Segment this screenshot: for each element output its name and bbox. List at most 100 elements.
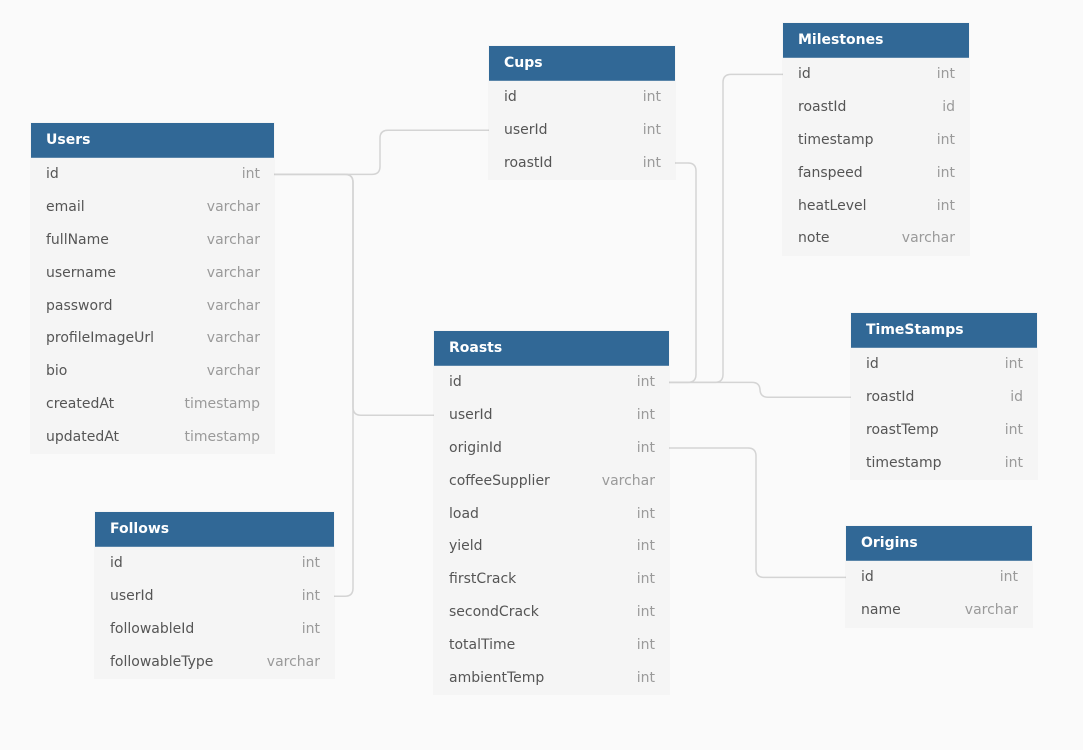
- table-header[interactable]: Origins: [846, 526, 1032, 561]
- field-name: userId: [449, 407, 493, 424]
- table-users[interactable]: Users id int email varchar fullName varchar use…: [31, 123, 274, 454]
- field-name: roastId: [504, 154, 553, 171]
- field-name: roastId: [798, 99, 847, 116]
- field-type: varchar: [206, 297, 260, 314]
- field-name: profileImageUrl: [46, 330, 154, 347]
- field-type: int: [636, 407, 655, 424]
- field-row[interactable]: id int: [846, 561, 1032, 594]
- field-row[interactable]: fullName varchar: [31, 224, 274, 257]
- table-header[interactable]: Roasts: [434, 331, 669, 366]
- table-header[interactable]: TimeStamps: [851, 313, 1037, 348]
- field-row[interactable]: id int: [851, 348, 1037, 381]
- field-row[interactable]: createdAt timestamp: [31, 388, 274, 421]
- field-type: int: [301, 588, 320, 605]
- field-type: int: [241, 166, 260, 183]
- field-row[interactable]: password varchar: [31, 289, 274, 322]
- field-row[interactable]: yield int: [434, 530, 669, 563]
- field-type: varchar: [206, 231, 260, 248]
- field-type: varchar: [266, 653, 320, 670]
- field-type: int: [636, 374, 655, 391]
- field-type: int: [301, 620, 320, 637]
- table-header[interactable]: Milestones: [783, 23, 969, 58]
- field-name: userId: [110, 588, 154, 605]
- field-type: int: [636, 505, 655, 522]
- field-row[interactable]: profileImageUrl varchar: [31, 322, 274, 355]
- field-name: heatLevel: [798, 197, 867, 214]
- field-type: id: [1010, 389, 1023, 406]
- field-name: id: [798, 66, 811, 83]
- field-row[interactable]: load int: [434, 497, 669, 530]
- field-row[interactable]: fanspeed int: [783, 156, 969, 189]
- table-header[interactable]: Cups: [489, 46, 675, 81]
- table-follows[interactable]: Follows id int userId int followableId int foll…: [95, 512, 334, 679]
- field-type: int: [636, 439, 655, 456]
- table-roasts[interactable]: Roasts id int userId int originId int coffeeSup…: [434, 331, 669, 694]
- field-row[interactable]: id int: [95, 547, 334, 580]
- field-row[interactable]: roastId id: [783, 91, 969, 124]
- field-row[interactable]: roastId int: [489, 147, 675, 180]
- field-row[interactable]: id int: [489, 81, 675, 114]
- field-row[interactable]: timestamp int: [783, 124, 969, 157]
- field-row[interactable]: heatLevel int: [783, 189, 969, 222]
- field-row[interactable]: id int: [783, 58, 969, 91]
- relationship-line[interactable]: [274, 129, 489, 176]
- field-type: int: [636, 603, 655, 620]
- field-name: coffeeSupplier: [449, 472, 550, 489]
- field-row[interactable]: secondCrack int: [434, 596, 669, 629]
- field-row[interactable]: userId int: [95, 580, 334, 613]
- field-row[interactable]: id int: [434, 366, 669, 399]
- field-row[interactable]: id int: [31, 158, 274, 191]
- field-type: int: [1004, 454, 1023, 471]
- field-type: int: [936, 131, 955, 148]
- field-type: int: [636, 636, 655, 653]
- table-milestones[interactable]: Milestones id int roastId id timestamp int fans…: [783, 23, 969, 255]
- field-type: varchar: [206, 264, 260, 281]
- relationship-line[interactable]: [274, 173, 434, 416]
- field-row[interactable]: timestamp int: [851, 446, 1037, 479]
- field-row[interactable]: userId int: [434, 399, 669, 432]
- field-name: id: [46, 166, 59, 183]
- field-type: int: [1004, 421, 1023, 438]
- field-type: int: [642, 89, 661, 106]
- field-row[interactable]: roastId id: [851, 381, 1037, 414]
- field-row[interactable]: roastTemp int: [851, 414, 1037, 447]
- field-type: int: [1004, 356, 1023, 373]
- field-name: id: [110, 555, 123, 572]
- relationship-line[interactable]: [669, 381, 851, 398]
- table-header[interactable]: Follows: [95, 512, 334, 547]
- field-row[interactable]: totalTime int: [434, 628, 669, 661]
- field-name: roastId: [866, 389, 915, 406]
- field-row[interactable]: followableType varchar: [95, 645, 334, 678]
- field-name: load: [449, 505, 479, 522]
- field-type: timestamp: [184, 395, 260, 412]
- field-row[interactable]: originId int: [434, 432, 669, 465]
- field-type: int: [636, 571, 655, 588]
- field-type: int: [642, 154, 661, 171]
- field-name: firstCrack: [449, 571, 517, 588]
- field-row[interactable]: userId int: [489, 114, 675, 147]
- table-cups[interactable]: Cups id int userId int roastId int: [489, 46, 675, 180]
- relationship-line[interactable]: [669, 162, 697, 384]
- field-name: yield: [449, 538, 483, 555]
- field-type: varchar: [601, 472, 655, 489]
- field-row[interactable]: firstCrack int: [434, 563, 669, 596]
- field-row[interactable]: email varchar: [31, 191, 274, 224]
- field-row[interactable]: updatedAt timestamp: [31, 420, 274, 453]
- table-header[interactable]: Users: [31, 123, 274, 158]
- field-name: originId: [449, 439, 502, 456]
- table-timestamps[interactable]: TimeStamps id int roastId id roastTemp int time…: [851, 313, 1037, 480]
- field-row[interactable]: coffeeSupplier varchar: [434, 464, 669, 497]
- field-name: roastTemp: [866, 421, 939, 438]
- relationship-line[interactable]: [669, 447, 846, 579]
- field-row[interactable]: name varchar: [846, 594, 1032, 627]
- field-type: int: [936, 197, 955, 214]
- field-row[interactable]: ambientTemp int: [434, 661, 669, 694]
- table-origins[interactable]: Origins id int name varchar: [846, 526, 1032, 627]
- field-row[interactable]: bio varchar: [31, 355, 274, 388]
- field-row[interactable]: followableId int: [95, 613, 334, 646]
- field-row[interactable]: username varchar: [31, 256, 274, 289]
- field-type: varchar: [206, 199, 260, 216]
- field-row[interactable]: note varchar: [783, 222, 969, 255]
- relationship-line[interactable]: [669, 73, 783, 384]
- field-type: int: [936, 66, 955, 83]
